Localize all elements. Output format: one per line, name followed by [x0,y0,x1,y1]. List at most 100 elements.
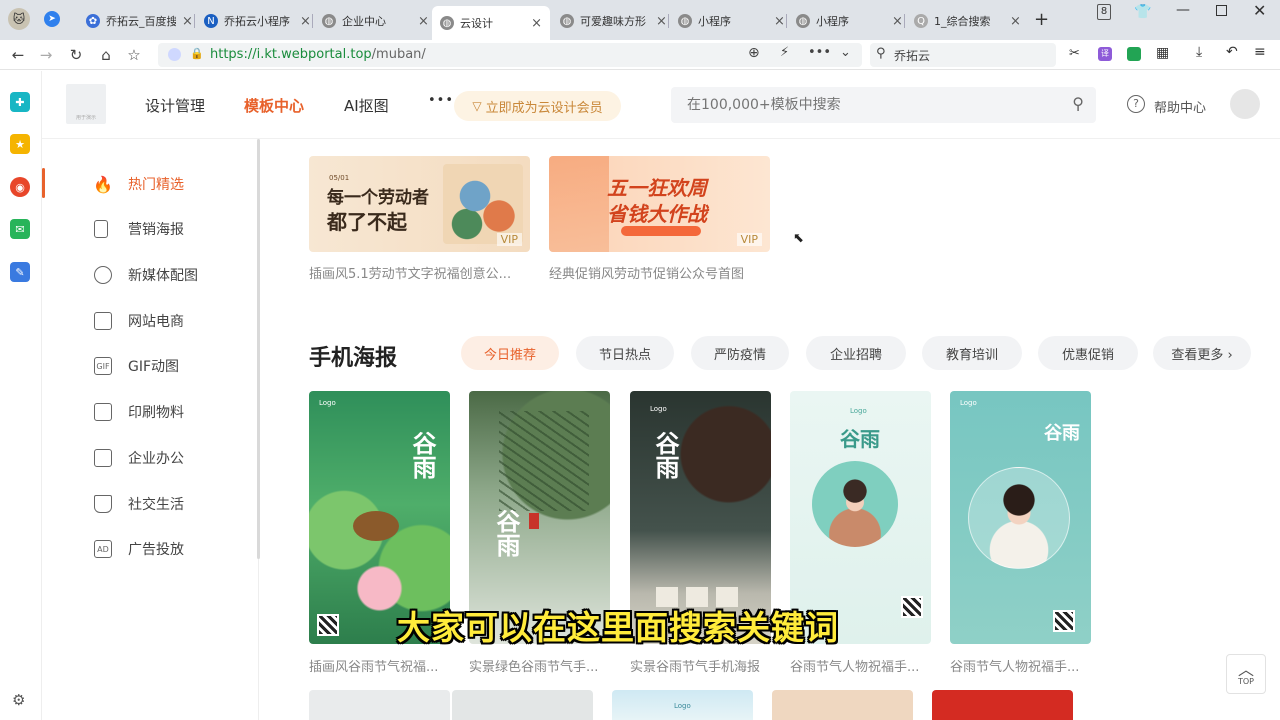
undo-icon[interactable]: ↶ [1226,44,1238,60]
tab-miniprogram-2[interactable]: ◍ 小程序 × [788,6,911,36]
settings-gear-icon[interactable]: ⚙ [12,691,25,709]
close-icon[interactable]: × [531,16,542,31]
menu-icon[interactable]: ≡ [1254,44,1266,60]
portrait-circle [968,467,1070,569]
forward-button[interactable]: → [36,45,56,65]
help-icon[interactable]: ? [1127,95,1145,113]
reload-button[interactable]: ↻ [66,45,86,65]
avatar[interactable] [1230,89,1260,119]
card-caption[interactable]: 实景绿色谷雨节气手... [469,656,619,675]
tab-cloud-design[interactable]: ◍ 云设计 × [432,6,550,40]
ad-icon: AD [94,540,112,558]
template-card[interactable]: Logo 谷雨 [950,391,1091,644]
chip-view-more[interactable]: 查看更多 › [1153,336,1251,370]
sidebar-item-social[interactable]: 社交生活 [94,493,184,515]
reader-icon[interactable] [1127,47,1141,61]
banner-card[interactable]: 五一狂欢周 省钱大作战 VIP [549,156,770,252]
translate-icon[interactable]: 译 [1098,47,1112,61]
sidebar-item-new-media[interactable]: 新媒体配图 [94,264,198,286]
sidebar-item-hot[interactable]: 🔥 热门精选 [93,173,184,195]
card-caption[interactable]: 实景谷雨节气手机海报 [630,656,780,675]
tab-cute-font[interactable]: ◍ 可爱趣味方形 × [552,6,675,36]
address-bar[interactable]: 🔒 https://i.kt.webportal.top/muban/ ⊕ ⚡ … [158,43,862,67]
nav-ai-cutout[interactable]: AI抠图 [344,95,389,116]
sidebar-item-gif[interactable]: GIF GIF动图 [94,355,179,377]
template-search-input[interactable] [671,87,1031,123]
weibo-icon[interactable]: ◉ [10,177,30,197]
scissors-icon[interactable]: ✂ [1069,46,1080,61]
tab-search[interactable]: Q 1_综合搜索 × [906,6,1029,36]
close-icon[interactable]: × [418,14,429,29]
close-icon[interactable]: × [182,14,193,29]
chip-holiday[interactable]: 节日热点 [576,336,674,370]
tab-miniprogram-1[interactable]: ◍ 小程序 × [670,6,793,36]
site-logo[interactable]: 用于演示 [66,84,106,124]
notes-icon[interactable]: ✎ [10,262,30,282]
template-card[interactable]: Logo [612,690,753,720]
tab-label: 乔拓云_百度搜索 [106,15,176,28]
zoom-icon[interactable]: ⊕ [748,45,760,61]
sidebar-item-ads[interactable]: AD 广告投放 [94,538,184,560]
maximize-button[interactable] [1216,5,1227,16]
close-icon[interactable]: × [892,14,903,29]
more-icon[interactable]: ••• [808,45,831,60]
close-icon[interactable]: × [774,14,785,29]
apps-icon[interactable]: ▦ [1156,45,1169,61]
vip-button[interactable]: ▽ 立即成为云设计会员 [454,91,621,121]
close-icon[interactable]: × [1010,14,1021,29]
new-tab-button[interactable]: + [1034,9,1049,30]
template-card[interactable] [932,690,1073,720]
qr-code [1053,610,1075,632]
tab-enterprise[interactable]: ◍ 企业中心 × [314,6,437,36]
vip-badge: VIP [736,233,762,246]
chevron-down-icon[interactable]: ⌄ [840,45,851,60]
chip-today[interactable]: 今日推荐 [461,336,559,370]
close-window-button[interactable]: ✕ [1253,1,1266,20]
sidebar-item-marketing-poster[interactable]: 营销海报 [94,218,184,240]
n-logo-icon: N [204,14,218,28]
back-to-top-button[interactable]: ︿ TOP [1226,654,1266,694]
template-card[interactable] [452,690,593,720]
nav-design-manage[interactable]: 设计管理 [145,95,205,116]
browser-logo-icon[interactable]: 🐱 [8,8,30,30]
card-caption[interactable]: 插画风谷雨节气祝福... [309,656,459,675]
chip-education[interactable]: 教育培训 [922,336,1022,370]
lightning-icon[interactable]: ⚡ [780,45,789,60]
shirt-icon[interactable]: 👕 [1134,4,1151,20]
banner-caption[interactable]: 插画风5.1劳动节文字祝福创意公... [309,263,511,282]
tab-baidu[interactable]: ✿ 乔拓云_百度搜索 × [78,6,201,36]
browser-search-box[interactable]: ⚲ 乔拓云 [870,43,1056,67]
banner-card[interactable]: 05/01 每一个劳动者 都了不起 VIP [309,156,530,252]
bookmark-star-icon[interactable]: ☆ [124,45,144,65]
mail-icon[interactable]: ✉ [10,219,30,239]
nav-more-button[interactable]: ••• [428,93,454,108]
stage-illustration [549,156,609,252]
help-center-link[interactable]: 帮助中心 [1154,97,1206,116]
nav-template-center[interactable]: 模板中心 [244,95,304,116]
minimize-button[interactable]: — [1176,2,1190,18]
chip-promotion[interactable]: 优惠促销 [1038,336,1138,370]
card-caption[interactable]: 谷雨节气人物祝福手... [950,656,1100,675]
tab-qiaotuoyun[interactable]: N 乔拓云小程序 × [196,6,319,36]
sidebar-item-ecommerce[interactable]: 网站电商 [94,310,184,332]
close-icon[interactable]: × [300,14,311,29]
workers-illustration [443,164,523,244]
card-caption[interactable]: 谷雨节气人物祝福手... [790,656,940,675]
banner-caption[interactable]: 经典促销风劳动节促销公众号首图 [549,263,744,282]
close-icon[interactable]: × [656,14,667,29]
sidebar-item-office[interactable]: 企业办公 [94,447,184,469]
chip-epidemic[interactable]: 严防疫情 [691,336,789,370]
back-button[interactable]: ← [8,45,28,65]
template-card[interactable] [772,690,913,720]
sidebar-scrollbar[interactable] [257,139,260,559]
download-icon[interactable]: ⤓ [1196,44,1202,60]
home-icon[interactable]: ⌂ [96,45,116,65]
favorites-star-icon[interactable]: ★ [10,134,30,154]
chip-recruit[interactable]: 企业招聘 [806,336,906,370]
template-card[interactable] [309,690,450,720]
sidebar-item-print[interactable]: 印刷物料 [94,401,184,423]
send-icon[interactable]: ➤ [44,11,60,27]
search-icon[interactable]: ⚲ [1072,94,1084,113]
tab-count-badge[interactable]: 8 [1097,4,1111,20]
plus-app-icon[interactable]: ✚ [10,92,30,112]
